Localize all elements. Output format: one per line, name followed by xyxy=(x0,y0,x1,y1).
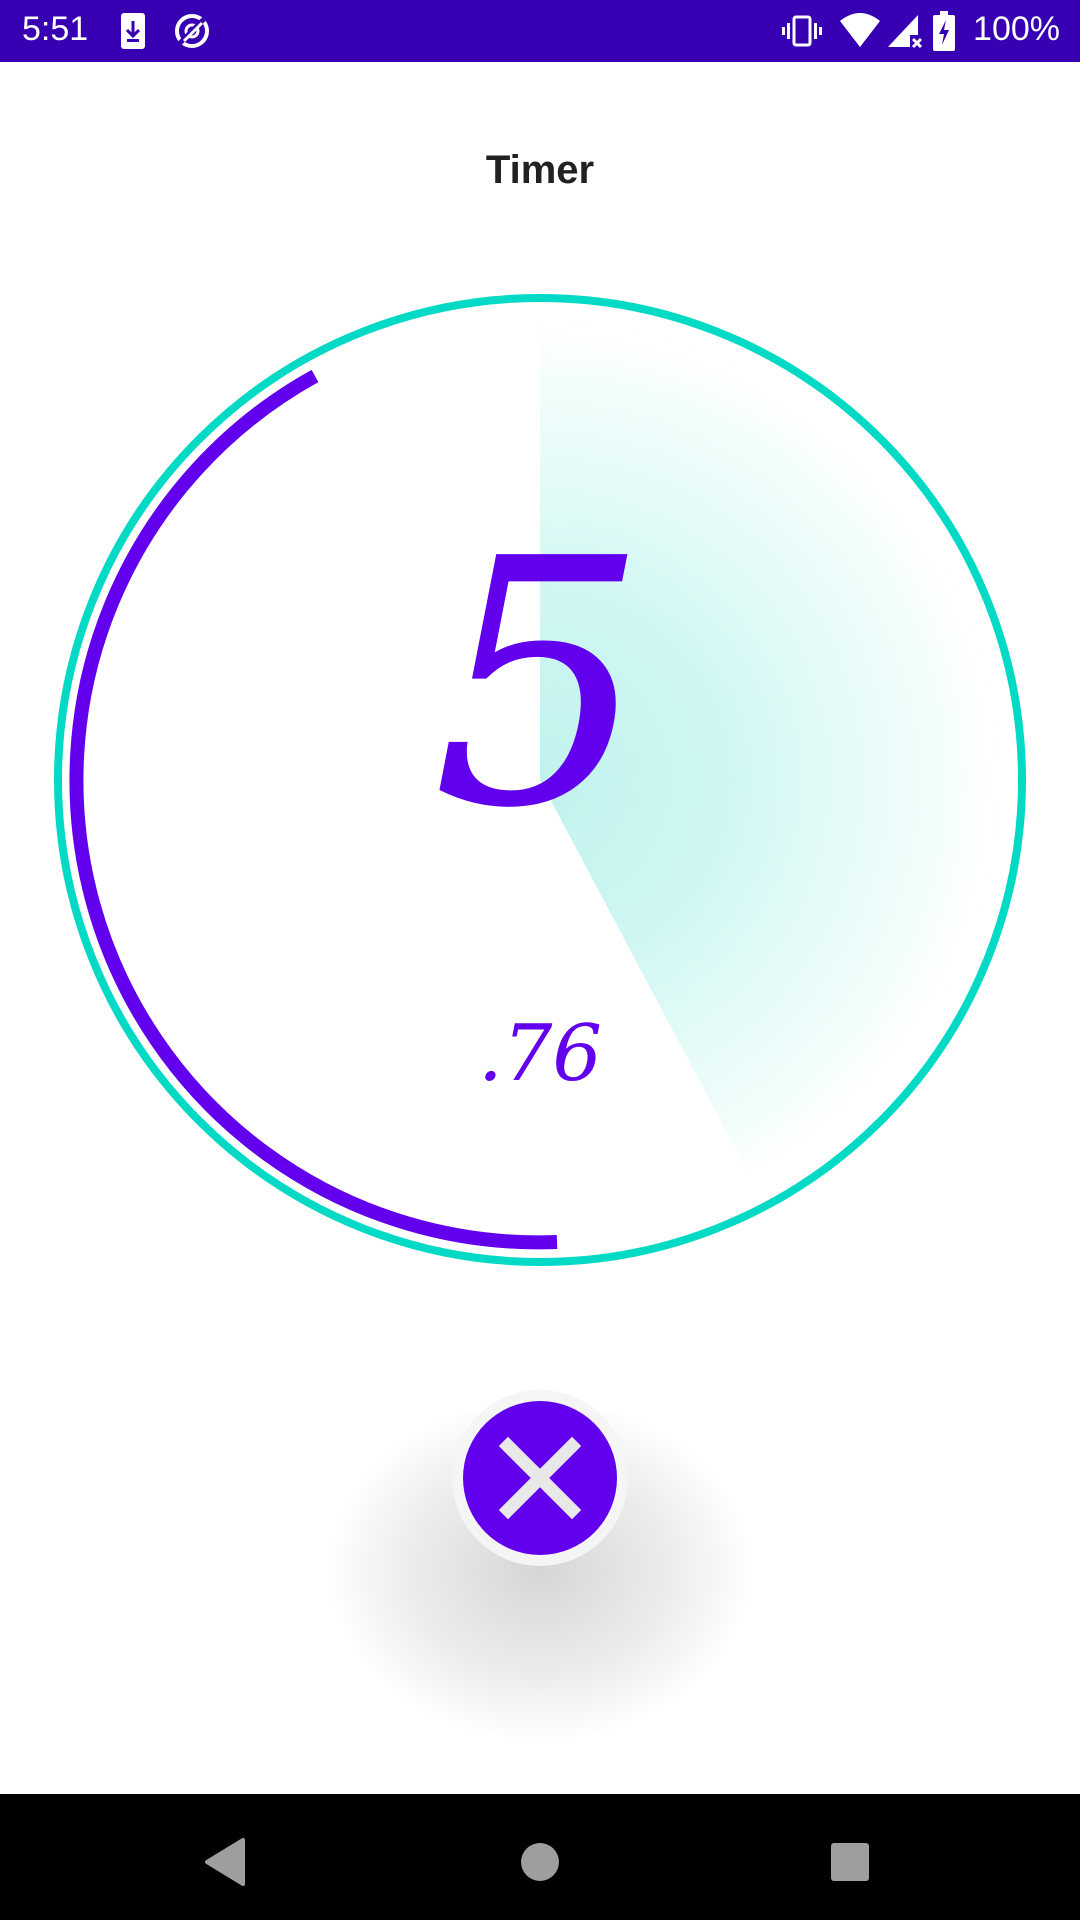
navigation-bar xyxy=(0,1794,1080,1920)
battery-percentage: 100% xyxy=(973,10,1060,48)
back-icon[interactable] xyxy=(195,1832,255,1892)
cancel-timer-button[interactable] xyxy=(463,1401,617,1555)
download-notification-icon xyxy=(121,13,145,49)
vibrate-icon xyxy=(782,15,822,47)
wifi-icon xyxy=(840,13,880,47)
battery-charging-icon xyxy=(933,11,955,51)
timer-fraction: .76 xyxy=(477,1009,603,1099)
page-title: Timer xyxy=(485,148,595,192)
close-icon xyxy=(498,1436,582,1520)
status-bar: 5:51 100% xyxy=(0,0,1080,62)
data-saver-icon xyxy=(175,14,209,48)
status-time: 5:51 xyxy=(22,10,89,48)
timer-seconds: 5 xyxy=(431,487,649,883)
home-icon[interactable] xyxy=(510,1832,570,1892)
recents-icon[interactable] xyxy=(820,1832,880,1892)
cellular-signal-icon xyxy=(888,15,923,49)
